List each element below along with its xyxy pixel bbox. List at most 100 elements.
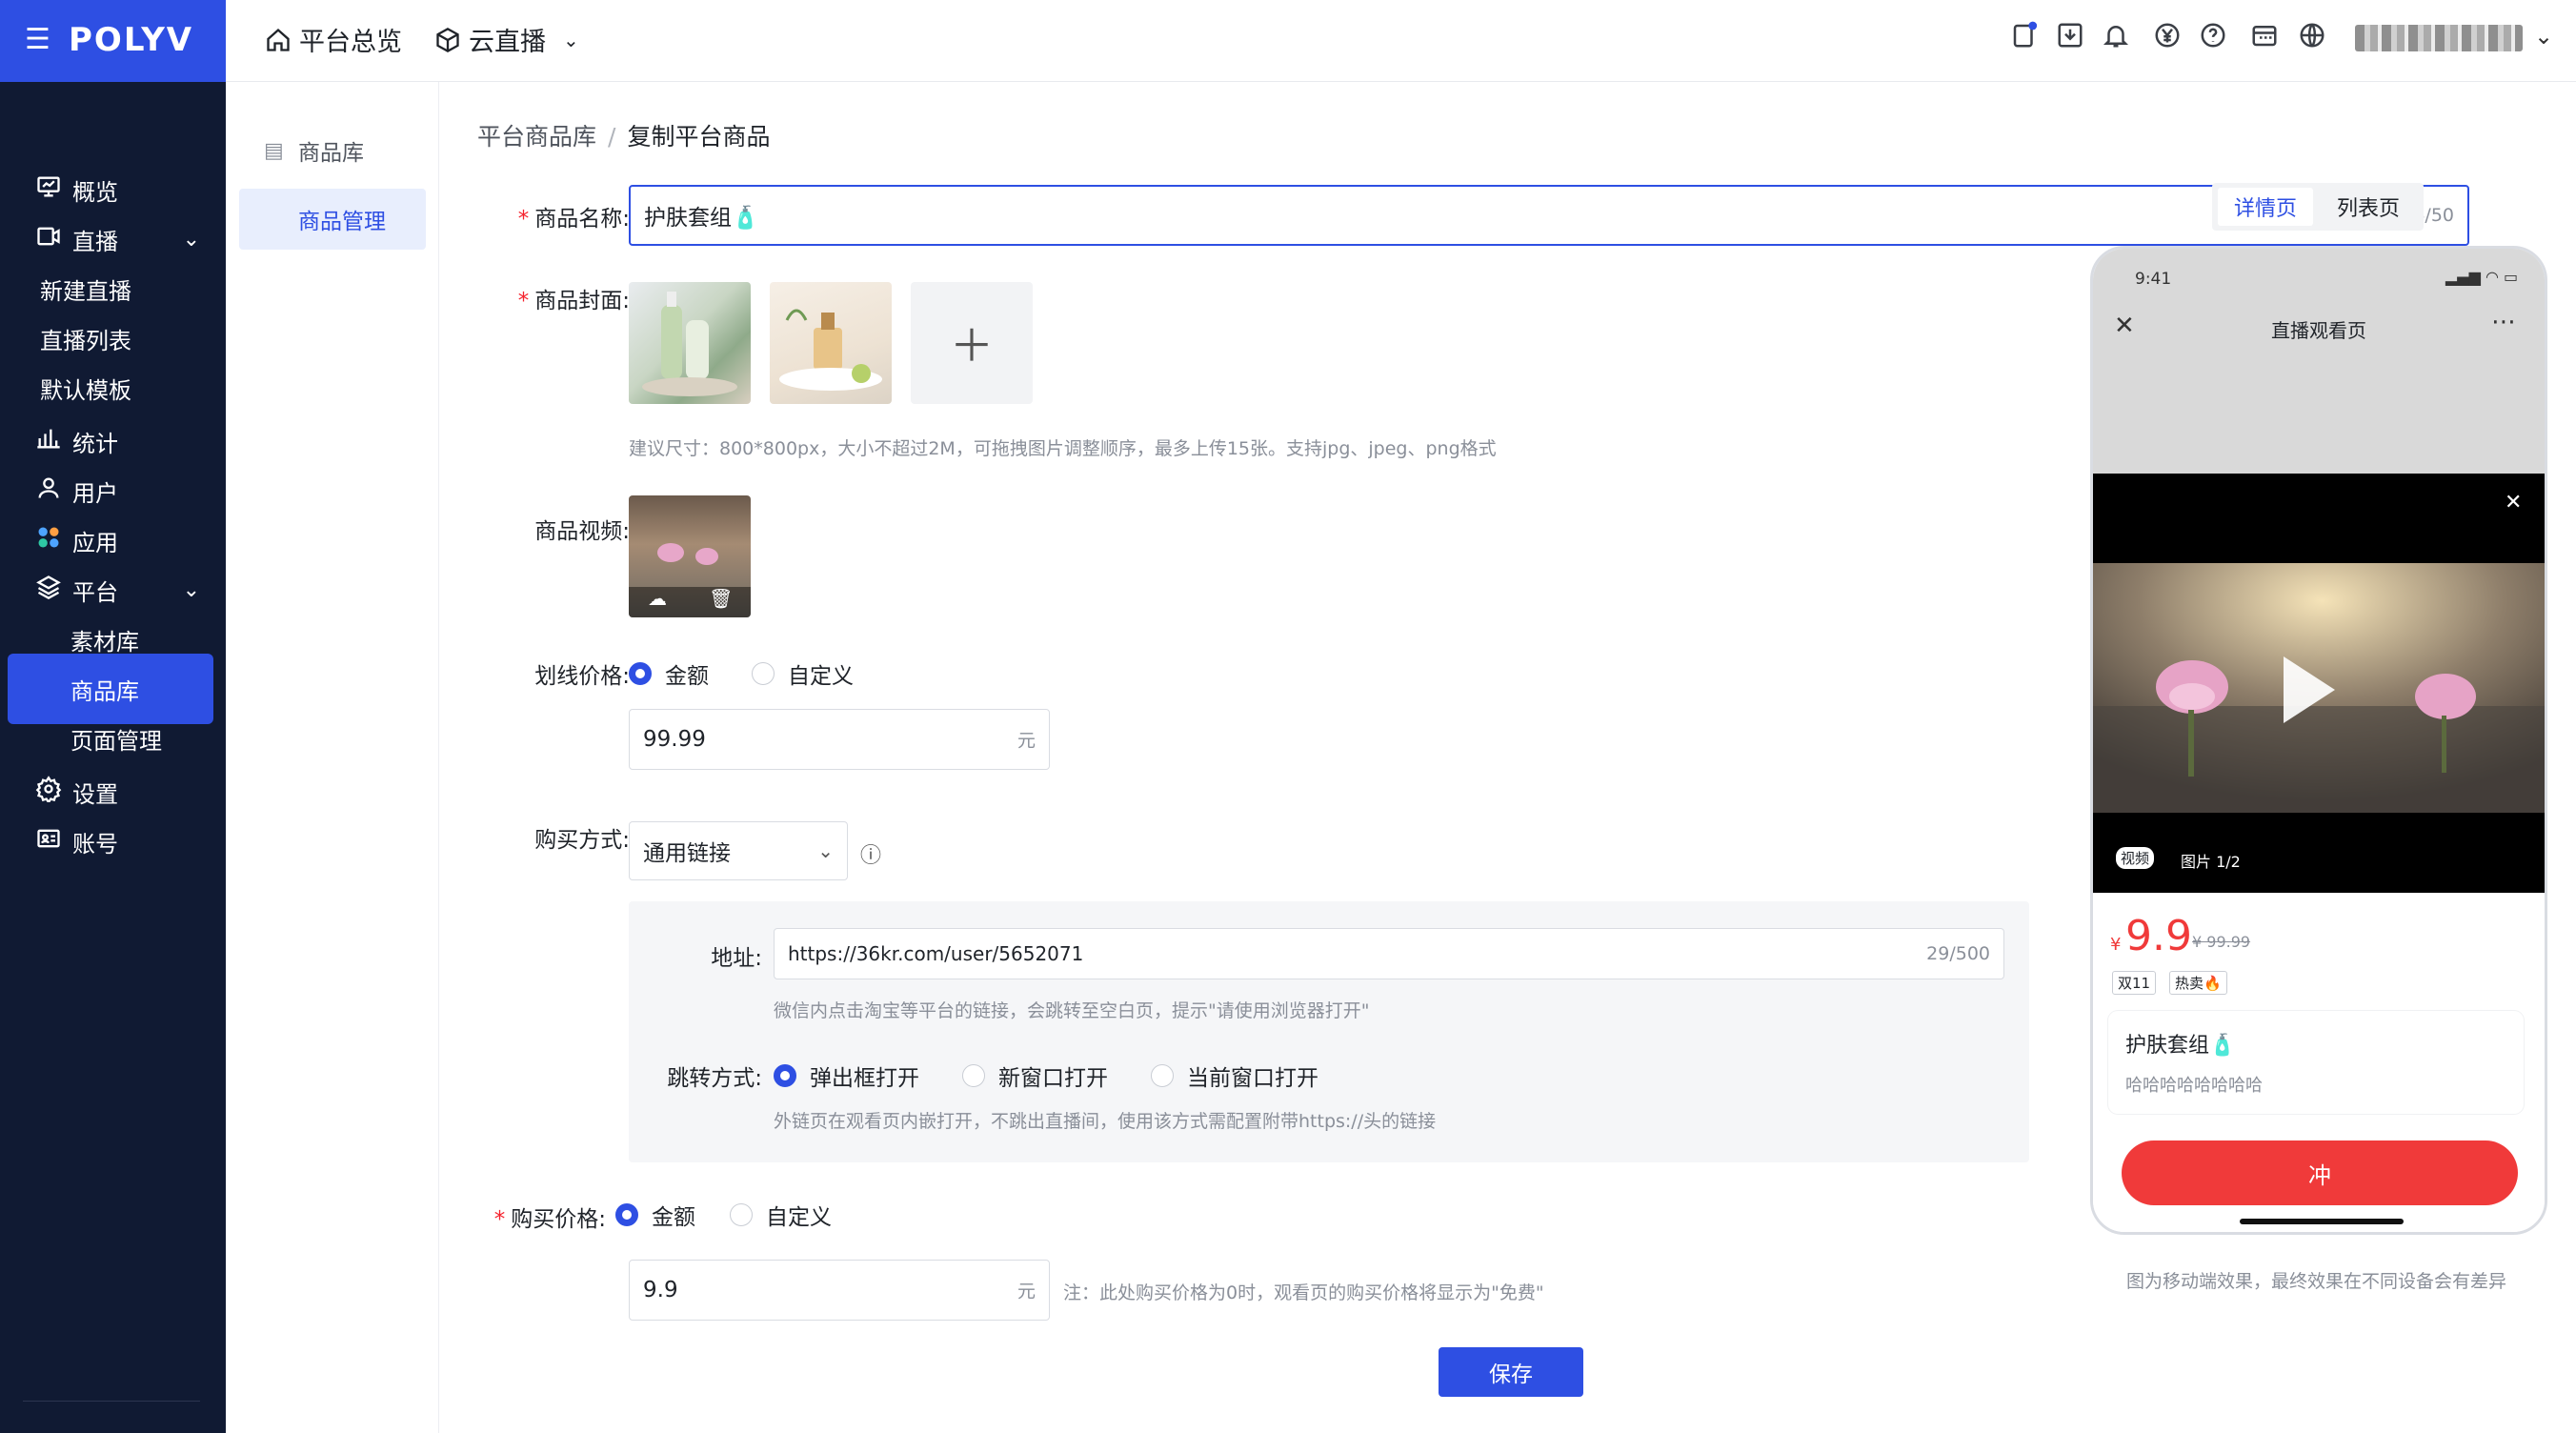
preview-orig-price: ¥ 99.99 — [2192, 933, 2251, 951]
tab-list-page[interactable]: 列表页 — [2321, 188, 2416, 226]
radio-label: 金额 — [665, 664, 709, 689]
video-icon — [32, 223, 65, 256]
sidebar-item-label: 新建直播 — [40, 277, 131, 305]
submenu-item-label: 商品库 — [298, 141, 364, 166]
radio-label: 弹出框打开 — [810, 1066, 919, 1091]
sidebar-item-label: 应用 — [72, 529, 118, 556]
tag-double11: 双11 — [2112, 971, 2157, 995]
submenu-item-product-library[interactable]: ▤ 商品库 — [239, 120, 426, 181]
product-info-box: 护肤套组🧴 哈哈哈哈哈哈哈哈 — [2108, 1011, 2524, 1114]
buy-price-input[interactable]: 9.9 元 — [629, 1260, 1050, 1321]
help-icon[interactable]: ⓘ — [860, 838, 881, 869]
bell-icon[interactable] — [2102, 21, 2130, 50]
sidebar-item-label: 概览 — [72, 178, 118, 206]
product-name-input[interactable]: 护肤套组🧴 6/50 — [629, 185, 2469, 246]
calendar-icon[interactable] — [2250, 21, 2279, 50]
breadcrumb-separator: / — [608, 123, 616, 151]
download-icon[interactable] — [2056, 21, 2084, 50]
jump-hint: 外链页在观看页内嵌打开，不跳出直播间，使用该方式需配置附带https://头的链… — [774, 1111, 1437, 1132]
tag-hot: 热卖🔥 — [2169, 971, 2227, 995]
strike-price-custom-radio[interactable]: 自定义 — [752, 657, 854, 690]
radio-unselected-icon — [962, 1064, 985, 1087]
save-button[interactable]: 保存 — [1439, 1347, 1583, 1397]
nav-cloud-live[interactable]: 云直播 ⌄ — [434, 21, 579, 58]
user-name-blurred[interactable] — [2355, 25, 2523, 51]
breadcrumb: 平台商品库 / 复制平台商品 — [477, 118, 770, 152]
clipboard-check-icon[interactable] — [2010, 21, 2039, 50]
delete-icon[interactable]: 🗑 — [709, 587, 733, 610]
media-tag-video[interactable]: 视频 — [2116, 847, 2155, 869]
sidebar-item-label: 直播 — [72, 228, 118, 255]
yen-icon[interactable] — [2153, 21, 2182, 50]
globe-icon[interactable] — [2298, 21, 2326, 50]
sidebar-item-label: 用户 — [72, 479, 118, 507]
strike-price-value: 99.99 — [643, 727, 706, 752]
jump-popup-radio[interactable]: 弹出框打开 — [774, 1060, 919, 1092]
chevron-down-icon: ⌄ — [182, 227, 200, 252]
jump-current-window-radio[interactable]: 当前窗口打开 — [1151, 1060, 1318, 1092]
buy-method-value: 通用链接 — [643, 841, 731, 866]
chevron-down-icon: ⌄ — [182, 577, 200, 602]
chevron-down-icon[interactable]: ⌄ — [2534, 23, 2553, 50]
buy-price-custom-radio[interactable]: 自定义 — [730, 1199, 832, 1231]
sidebar-item-label: 账号 — [72, 830, 118, 858]
jump-new-window-radio[interactable]: 新窗口打开 — [962, 1060, 1108, 1092]
upload-cloud-icon[interactable]: ☁ — [648, 587, 667, 610]
preview-product-name: 护肤套组🧴 — [2125, 1034, 2236, 1058]
strike-price-label: 划线价格: — [534, 664, 630, 689]
help-icon[interactable] — [2199, 21, 2227, 50]
cover-image-2[interactable] — [770, 282, 892, 404]
video-thumbnail[interactable]: ☁ 🗑 — [629, 495, 751, 617]
sidebar-item-label: 设置 — [72, 780, 118, 808]
monitor-icon — [32, 173, 65, 207]
media-tag-image[interactable]: 图片 1/2 — [2181, 849, 2241, 872]
video-preview[interactable] — [2093, 563, 2545, 813]
preview-note: 图为移动端效果，最终效果在不同设备会有差异 — [2126, 1271, 2507, 1292]
strike-price-input[interactable]: 99.99 元 — [629, 709, 1050, 770]
radio-label: 自定义 — [788, 664, 854, 689]
sidebar-item-label: 平台 — [72, 578, 118, 606]
id-card-icon — [32, 825, 65, 858]
radio-label: 新窗口打开 — [998, 1066, 1108, 1091]
apps-icon — [32, 524, 65, 557]
address-hint: 微信内点击淘宝等平台的链接，会跳转至空白页，提示"请使用浏览器打开" — [774, 1000, 1370, 1021]
sidebar-item-label: 统计 — [72, 430, 118, 457]
sidebar-item-label: 商品库 — [70, 677, 139, 705]
cube-icon — [436, 27, 459, 52]
buy-price-note: 注：此处购买价格为0时，观看页的购买价格将显示为"免费" — [1063, 1282, 1544, 1303]
preview-price: 9.9 — [2125, 912, 2192, 960]
home-indicator — [2240, 1219, 2404, 1224]
settings-icon — [32, 775, 65, 809]
char-count: 29/500 — [1926, 943, 1990, 964]
buy-price-amount-radio[interactable]: 金额 — [615, 1199, 695, 1231]
close-icon[interactable]: ✕ — [2505, 491, 2522, 515]
menu-icon[interactable]: ☰ — [25, 23, 50, 56]
submenu-item-product-management[interactable]: 商品管理 — [239, 189, 426, 250]
nav-label: 平台总览 — [299, 28, 402, 57]
sidebar-item-account[interactable]: 账号 — [8, 806, 213, 877]
breadcrumb-parent[interactable]: 平台商品库 — [477, 123, 596, 151]
breadcrumb-current: 复制平台商品 — [627, 123, 771, 151]
strike-price-amount-radio[interactable]: 金额 — [629, 657, 709, 690]
unit-label: 元 — [1016, 1281, 1036, 1302]
nav-label: 云直播 — [469, 28, 546, 57]
add-cover-button[interactable]: ＋ — [911, 282, 1033, 404]
address-input[interactable]: https://36kr.com/user/5652071 29/500 — [774, 928, 2004, 979]
brand-area: ☰ POLYV — [0, 0, 226, 82]
phone-preview: 9:41 ▂▄▆ ◠ ▭ ✕ 直播观看页 ⋯ ✕ 视频 图片 1/2 ¥ 9.9… — [2090, 246, 2547, 1235]
user-icon — [32, 474, 65, 508]
nav-platform-overview[interactable]: 平台总览 — [265, 21, 402, 58]
layers-icon — [32, 574, 65, 607]
buy-cta-button[interactable]: 冲 — [2122, 1140, 2518, 1205]
chevron-down-icon: ⌄ — [563, 28, 579, 51]
radio-selected-icon — [615, 1203, 638, 1226]
more-icon[interactable]: ⋯ — [2491, 308, 2516, 336]
tab-detail-page[interactable]: 详情页 — [2218, 188, 2313, 226]
radio-selected-icon — [774, 1064, 796, 1087]
sidebar-item-label: 素材库 — [70, 628, 139, 656]
radio-unselected-icon — [1151, 1064, 1174, 1087]
cover-image-1[interactable] — [629, 282, 751, 404]
signal-icon: ▂▄▆ ◠ ▭ — [2445, 268, 2519, 286]
name-label: * 商品名称: — [517, 207, 630, 232]
buy-method-select[interactable]: 通用链接 ⌄ — [629, 821, 848, 880]
